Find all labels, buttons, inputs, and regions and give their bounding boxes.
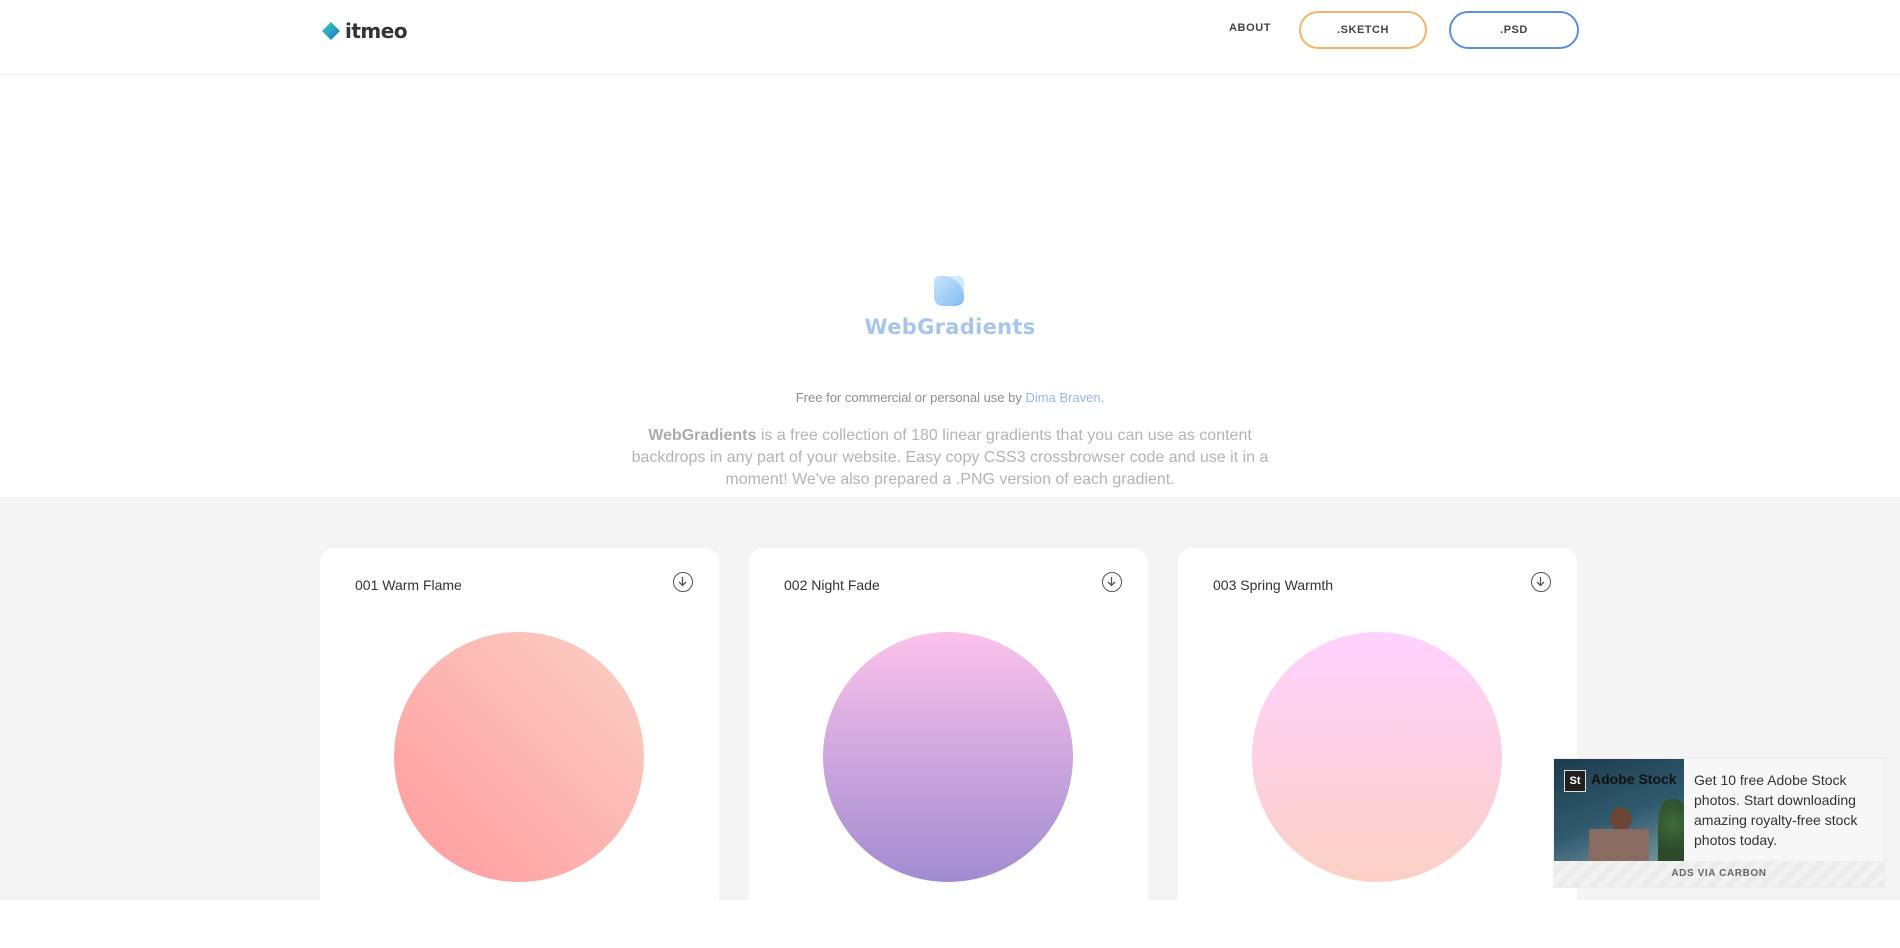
gradient-title: 001 Warm Flame <box>355 577 462 593</box>
psd-download-button[interactable]: .PSD <box>1449 11 1579 49</box>
ad-brand-label: Adobe Stock <box>1591 771 1677 787</box>
nav-about-link[interactable]: ABOUT <box>1229 22 1271 34</box>
credit-line: Free for commercial or personal use by D… <box>0 390 1900 405</box>
ad-person-head-graphic <box>1610 807 1632 831</box>
gradient-swatch[interactable] <box>1252 632 1502 882</box>
gradient-card[interactable]: 003 Spring Warmth <box>1178 548 1577 948</box>
logo-text: itmeo <box>345 19 408 43</box>
ad-text-link[interactable]: Get 10 free Adobe Stock photos. Start do… <box>1694 770 1874 850</box>
ads-via-carbon-link[interactable]: ADS VIA CARBON <box>1554 861 1884 887</box>
page-title: WebGradients <box>864 315 1036 339</box>
credit-prefix: Free for commercial or personal use by <box>795 390 1026 405</box>
hero-description: WebGradients is a free collection of 180… <box>630 425 1270 491</box>
gradient-card[interactable]: 002 Night Fade <box>749 548 1148 948</box>
sketch-download-button[interactable]: .SKETCH <box>1299 11 1427 49</box>
download-icon[interactable] <box>1102 572 1122 592</box>
ad-image[interactable]: St Adobe Stock <box>1554 759 1684 861</box>
author-link[interactable]: Dima Braven <box>1026 390 1101 405</box>
site-header: itmeo ABOUT .SKETCH .PSD <box>0 0 1900 75</box>
download-icon[interactable] <box>1531 572 1551 592</box>
credit-suffix: . <box>1100 390 1105 405</box>
gradient-title: 003 Spring Warmth <box>1213 577 1334 593</box>
carbon-ad[interactable]: St Adobe Stock Get 10 free Adobe Stock p… <box>1554 759 1884 887</box>
logo-diamond-icon <box>322 22 340 40</box>
itmeo-logo[interactable]: itmeo <box>321 18 408 44</box>
adobe-stock-badge: St <box>1564 770 1586 792</box>
gradient-card[interactable]: 001 Warm Flame <box>320 548 719 948</box>
gradient-title: 002 Night Fade <box>784 577 880 593</box>
webgradients-logo-icon <box>934 276 964 306</box>
description-brand: WebGradients <box>648 427 757 444</box>
gradient-swatch[interactable] <box>394 632 644 882</box>
ad-laptop-graphic <box>1589 829 1649 861</box>
ad-plant-graphic <box>1658 799 1684 861</box>
gradient-swatch[interactable] <box>823 632 1073 882</box>
download-icon[interactable] <box>673 572 693 592</box>
